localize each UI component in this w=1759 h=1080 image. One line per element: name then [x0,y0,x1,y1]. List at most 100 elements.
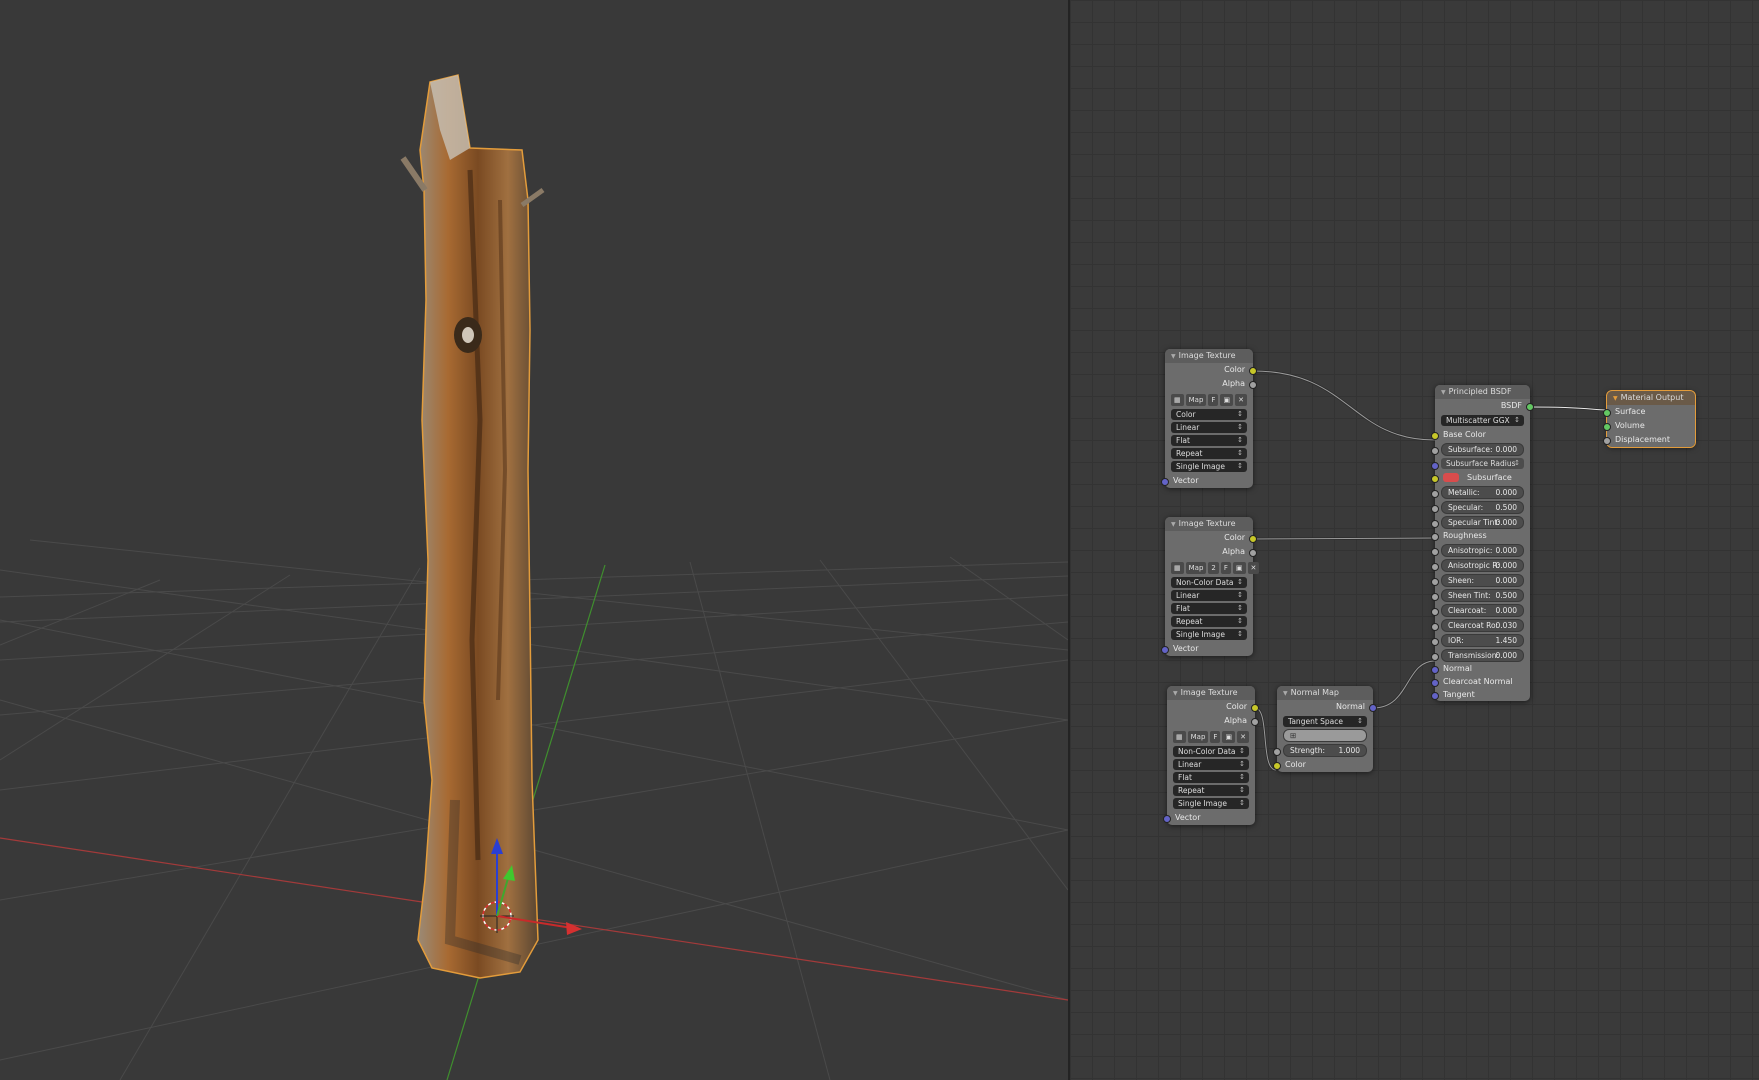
alpha-output-socket[interactable] [1251,718,1259,726]
anisotropic-socket[interactable] [1431,548,1439,556]
open-image-icon[interactable]: ▣ [1222,731,1236,743]
anisotropic-field[interactable]: Anisotropic: 0.000 [1441,544,1524,557]
volume-input-socket[interactable] [1603,423,1611,431]
clearcoat-roughness-field[interactable]: Clearcoat Ro: 0.030 [1441,619,1524,632]
color-output-socket[interactable] [1251,704,1259,712]
color-output-socket[interactable] [1249,367,1257,375]
specular-tint-socket[interactable] [1431,520,1439,528]
space-dropdown[interactable]: Tangent Space [1283,716,1367,727]
strength-input-socket[interactable] [1273,748,1281,756]
vector-input-socket[interactable] [1161,646,1169,654]
normal-output-socket[interactable] [1369,704,1377,712]
ior-socket[interactable] [1431,638,1439,646]
anisotropic-rotation-field[interactable]: Anisotropic R: 0.000 [1441,559,1524,572]
alpha-output-socket[interactable] [1249,549,1257,557]
specular-tint-field[interactable]: Specular Tint: 0.000 [1441,516,1524,529]
interpolation-dropdown[interactable]: Linear [1171,422,1247,433]
extension-dropdown[interactable]: Repeat [1173,785,1249,796]
specular-field[interactable]: Specular: 0.500 [1441,501,1524,514]
tree-trunk-mesh[interactable] [400,74,545,979]
subsurface-radius-dropdown[interactable]: Subsurface Radius [1441,458,1524,469]
metallic-field[interactable]: Metallic: 0.000 [1441,486,1524,499]
bsdf-output-socket[interactable] [1526,403,1534,411]
clearcoat-roughness-socket[interactable] [1431,623,1439,631]
node-editor[interactable]: ▼ Image Texture Color Alpha ▦ Map F ▣ ✕ C… [1070,0,1759,1080]
unlink-image-icon[interactable]: ✕ [1235,394,1247,406]
image-selector[interactable]: ▦ Map F ▣ ✕ [1173,731,1249,743]
unlink-image-icon[interactable]: ✕ [1237,731,1249,743]
principled-bsdf-node[interactable]: ▼Principled BSDF BSDF Multiscatter GGX B… [1431,385,1534,701]
extension-dropdown[interactable]: Repeat [1171,616,1247,627]
interpolation-dropdown[interactable]: Linear [1171,590,1247,601]
transmission-socket[interactable] [1431,653,1439,661]
sheen-tint-socket[interactable] [1431,593,1439,601]
image-texture-node-2[interactable]: ▼ Image Texture Color Alpha ▦ Map 2 F ▣ ✕… [1161,517,1260,656]
specular-socket[interactable] [1431,505,1439,513]
fake-user-button[interactable]: F [1210,731,1221,743]
image-browse-icon[interactable]: ▦ [1171,562,1184,574]
color-input-socket[interactable] [1273,762,1281,770]
base-color-socket[interactable] [1431,432,1439,440]
metallic-socket[interactable] [1431,490,1439,498]
open-image-icon[interactable]: ▣ [1232,562,1246,574]
image-name-field[interactable]: Map [1185,562,1207,574]
anisotropic-rotation-socket[interactable] [1431,563,1439,571]
color-space-dropdown[interactable]: Non-Color Data [1171,577,1247,588]
surface-input-socket[interactable] [1603,409,1611,417]
image-selector[interactable]: ▦ Map F ▣ ✕ [1171,394,1247,406]
interpolation-dropdown[interactable]: Linear [1173,759,1249,770]
distribution-dropdown[interactable]: Multiscatter GGX [1441,415,1524,426]
ior-field[interactable]: IOR: 1.450 [1441,634,1524,647]
fake-user-button[interactable]: F [1208,394,1219,406]
open-image-icon[interactable]: ▣ [1220,394,1234,406]
image-name-field[interactable]: Map [1185,394,1207,406]
roughness-socket[interactable] [1431,533,1439,541]
node-header[interactable]: ▼ Image Texture [1165,517,1253,531]
image-selector[interactable]: ▦ Map 2 F ▣ ✕ [1171,562,1260,574]
node-header[interactable]: ▼ Image Texture [1165,349,1253,363]
projection-dropdown[interactable]: Flat [1171,603,1247,614]
color-space-dropdown[interactable]: Color [1171,409,1247,420]
subsurface-radius-socket[interactable] [1431,462,1439,470]
node-header[interactable]: ▼ Normal Map [1277,686,1373,700]
clearcoat-socket[interactable] [1431,608,1439,616]
source-dropdown[interactable]: Single Image [1173,798,1249,809]
displacement-input-socket[interactable] [1603,437,1611,445]
node-header[interactable]: ▼ Principled BSDF [1435,385,1530,399]
clearcoat-field[interactable]: Clearcoat: 0.000 [1441,604,1524,617]
image-name-field[interactable]: Map [1187,731,1209,743]
node-header[interactable]: ▼ Material Output [1607,391,1695,405]
projection-dropdown[interactable]: Flat [1171,435,1247,446]
image-texture-node-3[interactable]: ▼ Image Texture Color Alpha ▦ Map F ▣ ✕ N… [1163,686,1259,825]
subsurface-field[interactable]: Subsurface: 0.000 [1441,443,1524,456]
vector-input-socket[interactable] [1163,815,1171,823]
sheen-tint-field[interactable]: Sheen Tint: 0.500 [1441,589,1524,602]
sheen-field[interactable]: Sheen: 0.000 [1441,574,1524,587]
fake-user-button[interactable]: F [1220,562,1231,574]
3d-viewport[interactable] [0,0,1068,1080]
sheen-socket[interactable] [1431,578,1439,586]
color-space-dropdown[interactable]: Non-Color Data [1173,746,1249,757]
subsurface-color-swatch[interactable] [1443,473,1459,482]
subsurface-socket[interactable] [1431,447,1439,455]
unlink-image-icon[interactable]: ✕ [1247,562,1260,574]
strength-field[interactable]: Strength: 1.000 [1283,744,1367,757]
alpha-output-socket[interactable] [1249,381,1257,389]
source-dropdown[interactable]: Single Image [1171,629,1247,640]
normal-input-socket[interactable] [1431,666,1439,674]
tangent-socket[interactable] [1431,692,1439,700]
clearcoat-normal-socket[interactable] [1431,679,1439,687]
normal-map-node[interactable]: ▼Normal Map Normal Tangent Space ⊞ Stren… [1273,686,1377,772]
image-browse-icon[interactable]: ▦ [1173,731,1186,743]
color-output-socket[interactable] [1249,535,1257,543]
image-texture-node-1[interactable]: ▼ Image Texture Color Alpha ▦ Map F ▣ ✕ C… [1161,349,1257,488]
source-dropdown[interactable]: Single Image [1171,461,1247,472]
transmission-field[interactable]: Transmission: 0.000 [1441,649,1524,662]
projection-dropdown[interactable]: Flat [1173,772,1249,783]
extension-dropdown[interactable]: Repeat [1171,448,1247,459]
node-header[interactable]: ▼ Image Texture [1167,686,1255,700]
vector-input-socket[interactable] [1161,478,1169,486]
image-browse-icon[interactable]: ▦ [1171,394,1184,406]
subsurface-color-socket[interactable] [1431,475,1439,483]
uv-map-field[interactable]: ⊞ [1283,729,1367,742]
